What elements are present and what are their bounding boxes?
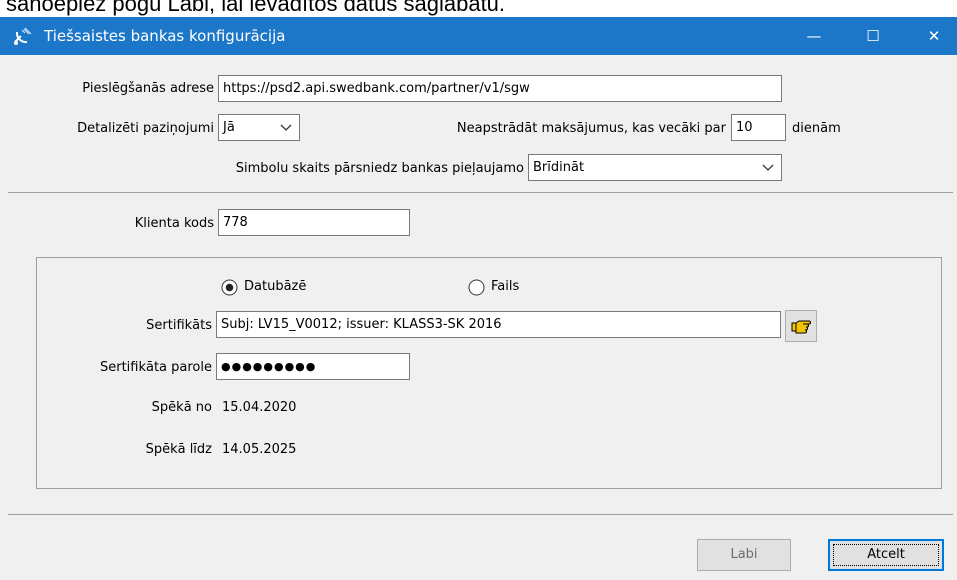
- detailed-label: Detalizēti paziņojumi: [77, 121, 214, 136]
- password-input[interactable]: ●●●●●●●●●: [216, 353, 410, 380]
- client-code-label: Klienta kods: [134, 216, 214, 231]
- focus-ring: [833, 544, 939, 566]
- radio-database-label[interactable]: Datubāzē: [244, 275, 306, 299]
- radio-file[interactable]: [468, 279, 485, 296]
- chevron-down-icon: [762, 164, 774, 171]
- detailed-select[interactable]: Jā: [218, 114, 300, 141]
- valid-to-label: Spēkā līdz: [145, 442, 212, 457]
- radio-file-label[interactable]: Fails: [491, 275, 519, 299]
- address-input[interactable]: https://psd2.api.swedbank.com/partner/v1…: [218, 75, 782, 102]
- separator-bottom: [8, 514, 953, 515]
- skip-unit-label: dienām: [792, 121, 841, 136]
- window-title: Tiešsaistes bankas konfigurācija: [44, 27, 286, 45]
- chevron-down-icon: [280, 124, 292, 131]
- close-button[interactable]: ✕: [911, 17, 957, 55]
- ok-button[interactable]: Labi: [697, 539, 791, 571]
- certificate-input[interactable]: Subj: LV15_V0012; issuer: KLASS3-SK 2016: [216, 311, 781, 338]
- valid-to-value: 14.05.2025: [222, 442, 297, 457]
- password-label: Sertifikāta parole: [99, 360, 212, 375]
- valid-from-label: Spēkā no: [151, 400, 212, 415]
- pointing-hand-icon: [791, 320, 811, 334]
- cancel-button[interactable]: Atcelt: [828, 539, 944, 571]
- maximize-button[interactable]: ☐: [850, 17, 896, 55]
- satellite-dish-icon: [14, 27, 32, 45]
- symbols-select-value: Brīdināt: [533, 160, 585, 175]
- pick-certificate-button[interactable]: [785, 310, 817, 342]
- detailed-select-value: Jā: [223, 120, 235, 135]
- client-code-input[interactable]: 778: [218, 209, 410, 236]
- title-bar[interactable]: Tiešsaistes bankas konfigurācija — ☐ ✕: [0, 17, 957, 55]
- skip-label: Neapstrādāt maksājumus, kas vecāki par: [456, 121, 726, 136]
- skip-days-input[interactable]: 10: [731, 114, 786, 141]
- separator-top: [8, 192, 953, 193]
- certificate-label: Sertifikāts: [146, 318, 212, 333]
- symbols-label: Simbolu skaits pārsniedz bankas pieļauja…: [235, 161, 524, 176]
- valid-from-value: 15.04.2020: [222, 400, 297, 415]
- page-caption-text: sanoepiez pogu Labi, lai ievadītos datus…: [6, 0, 506, 16]
- symbols-select[interactable]: Brīdināt: [528, 154, 782, 181]
- address-label: Pieslēgšanās adrese: [82, 81, 214, 96]
- minimize-button[interactable]: —: [791, 17, 837, 55]
- dialog-window: Tiešsaistes bankas konfigurācija — ☐ ✕ P…: [0, 17, 957, 580]
- radio-database[interactable]: [221, 279, 238, 296]
